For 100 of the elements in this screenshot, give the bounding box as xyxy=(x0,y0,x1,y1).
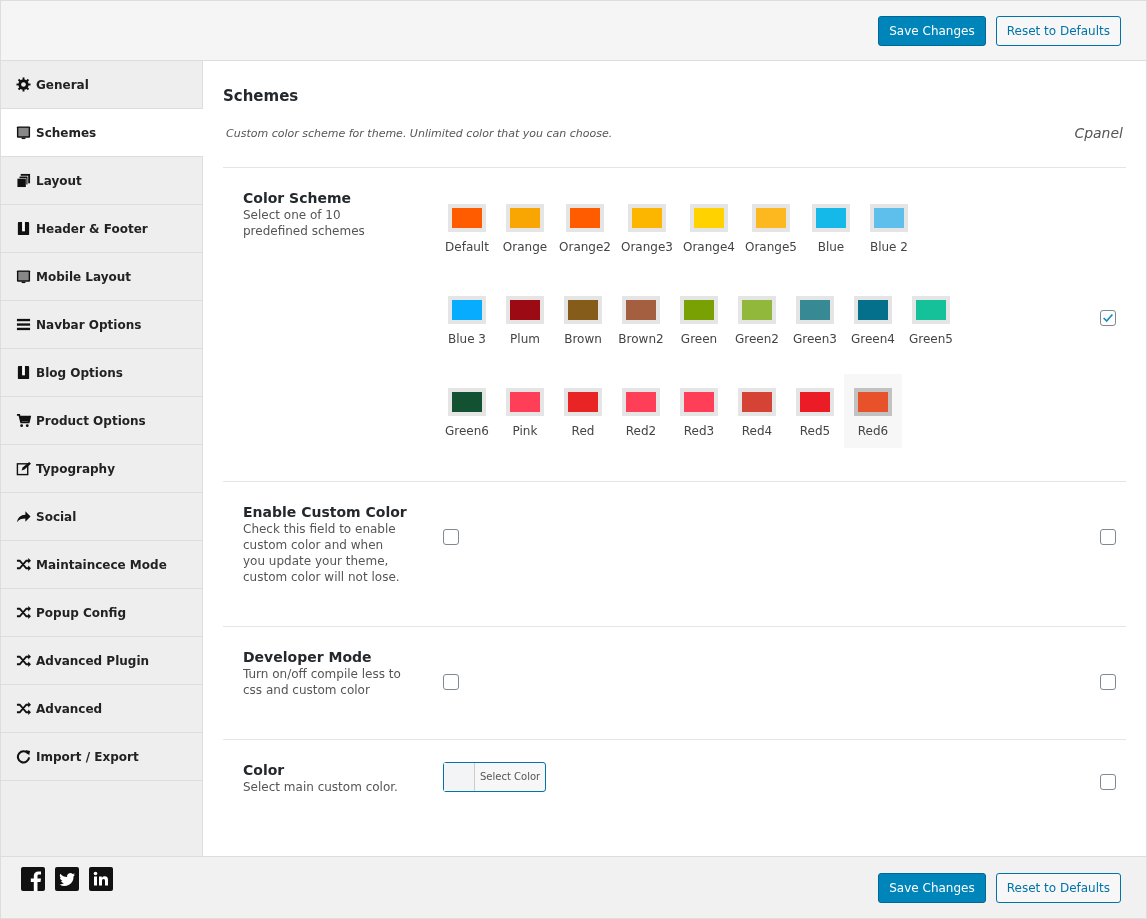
field-title: Enable Custom Color xyxy=(243,504,408,520)
color-option[interactable]: Green4 xyxy=(844,282,902,356)
color-name: Green5 xyxy=(909,332,953,346)
book-icon xyxy=(16,221,31,236)
field-title: Color xyxy=(243,762,286,778)
color-option[interactable]: Red6 xyxy=(844,374,902,448)
sidebar-item[interactable]: Maintaincece Mode xyxy=(1,541,202,589)
color-option[interactable]: Green6 xyxy=(438,374,496,448)
book-icon xyxy=(16,365,31,380)
section-description: Custom color scheme for theme. Unlimited color that you can choose. xyxy=(226,126,613,140)
share-icon xyxy=(16,509,31,524)
shuffle-icon xyxy=(16,557,31,572)
color-name: Brown xyxy=(564,332,602,346)
color-picker-button[interactable]: Select Color xyxy=(443,762,547,792)
checkbox[interactable] xyxy=(1100,310,1116,326)
color-option[interactable]: Green3 xyxy=(786,282,844,356)
color-name: Red5 xyxy=(799,424,831,438)
shuffle-icon xyxy=(16,701,31,716)
section-title: Schemes xyxy=(223,87,300,105)
save-button[interactable]: Save Changes xyxy=(878,873,986,903)
color-option[interactable]: Green xyxy=(670,282,728,356)
sidebar-item[interactable]: Mobile Layout xyxy=(1,253,202,301)
checkbox[interactable] xyxy=(1100,674,1116,690)
shuffle-icon xyxy=(16,605,31,620)
twitter-icon[interactable] xyxy=(55,867,79,891)
color-option[interactable]: Orange5 xyxy=(739,190,802,264)
color-option[interactable]: Brown xyxy=(554,282,612,356)
color-option[interactable]: Orange4 xyxy=(677,190,740,264)
save-button[interactable]: Save Changes xyxy=(878,15,986,46)
color-option[interactable]: Red4 xyxy=(728,374,786,448)
field-description: Select one of 10 predefined schemes xyxy=(243,207,366,239)
field-description: Turn on/off compile less to css and custom color xyxy=(243,666,402,698)
color-option[interactable]: Green2 xyxy=(728,282,786,356)
color-name: Blue xyxy=(817,240,845,254)
sidebar-item[interactable]: Typography xyxy=(1,445,202,493)
gear-icon xyxy=(16,77,31,92)
edit-icon xyxy=(16,461,31,476)
color-option[interactable]: Pink xyxy=(496,374,554,448)
color-option[interactable]: Red5 xyxy=(786,374,844,448)
sidebar-item[interactable]: Navbar Options xyxy=(1,301,202,349)
layers-icon xyxy=(16,173,31,188)
cart-icon xyxy=(16,413,31,428)
monitor-icon xyxy=(16,269,31,284)
shuffle-icon xyxy=(16,653,31,668)
color-option[interactable]: Orange xyxy=(496,190,554,264)
color-name: Red6 xyxy=(857,424,889,438)
color-name: Blue 3 xyxy=(448,332,486,346)
color-name: Orange5 xyxy=(744,240,797,254)
sidebar-item[interactable]: Advanced Plugin xyxy=(1,637,202,685)
color-option[interactable]: Blue xyxy=(801,190,860,264)
checkbox[interactable] xyxy=(443,674,459,690)
monitor-icon xyxy=(16,125,31,140)
bars-icon xyxy=(16,317,31,332)
color-name: Green xyxy=(680,332,718,346)
color-name: Brown2 xyxy=(618,332,664,346)
color-option[interactable]: Brown2 xyxy=(612,282,670,356)
color-name: Pink xyxy=(512,424,538,438)
color-name: Orange2 xyxy=(559,240,611,254)
color-name: Orange xyxy=(502,240,548,254)
color-option[interactable]: Blue 3 xyxy=(438,282,496,356)
color-name: Green2 xyxy=(735,332,779,346)
sidebar-item[interactable]: Layout xyxy=(1,157,202,205)
sidebar-item[interactable]: Popup Config xyxy=(1,589,202,637)
color-option[interactable]: Plum xyxy=(496,282,554,356)
section-tag: Cpanel xyxy=(1074,125,1126,141)
linkedin-icon[interactable] xyxy=(89,867,113,891)
sidebar-item[interactable]: Blog Options xyxy=(1,349,202,397)
color-option[interactable]: Red2 xyxy=(612,374,670,448)
checkbox[interactable] xyxy=(443,529,459,545)
color-name: Red2 xyxy=(625,424,657,438)
color-name: Red xyxy=(571,424,595,438)
color-option[interactable]: Orange2 xyxy=(554,190,616,264)
refresh-icon xyxy=(16,749,31,764)
field-description: Select main custom color. xyxy=(243,779,399,795)
color-name: Green4 xyxy=(851,332,895,346)
color-name: Green3 xyxy=(793,332,837,346)
color-name: Blue 2 xyxy=(869,240,908,254)
sidebar-item[interactable]: Social xyxy=(1,493,202,541)
facebook-icon[interactable] xyxy=(21,867,45,891)
color-option[interactable]: Red xyxy=(554,374,612,448)
color-option[interactable]: Default xyxy=(438,190,496,264)
color-option[interactable]: Red3 xyxy=(670,374,728,448)
sidebar-item[interactable]: Schemes xyxy=(1,109,203,157)
color-name: Green6 xyxy=(445,424,489,438)
sidebar-item[interactable]: Header & Footer xyxy=(1,205,202,253)
sidebar-item[interactable]: Import / Export xyxy=(1,733,202,781)
checkbox[interactable] xyxy=(1100,529,1116,545)
field-title: Developer Mode xyxy=(243,649,373,665)
reset-button[interactable]: Reset to Defaults xyxy=(995,873,1121,903)
color-option[interactable]: Blue 2 xyxy=(859,190,918,264)
reset-button[interactable]: Reset to Defaults xyxy=(995,15,1121,46)
sidebar-item[interactable]: Advanced xyxy=(1,685,202,733)
color-option[interactable]: Green5 xyxy=(902,282,960,356)
color-name: Default xyxy=(445,240,489,254)
checkbox[interactable] xyxy=(1100,774,1116,790)
sidebar-item[interactable]: Product Options xyxy=(1,397,202,445)
color-name: Red3 xyxy=(683,424,715,438)
color-name: Orange3 xyxy=(621,240,673,254)
field-description: Check this field to enable custom color and when you update your theme, custom color will not lose. xyxy=(243,521,401,585)
color-option[interactable]: Orange3 xyxy=(616,190,678,264)
